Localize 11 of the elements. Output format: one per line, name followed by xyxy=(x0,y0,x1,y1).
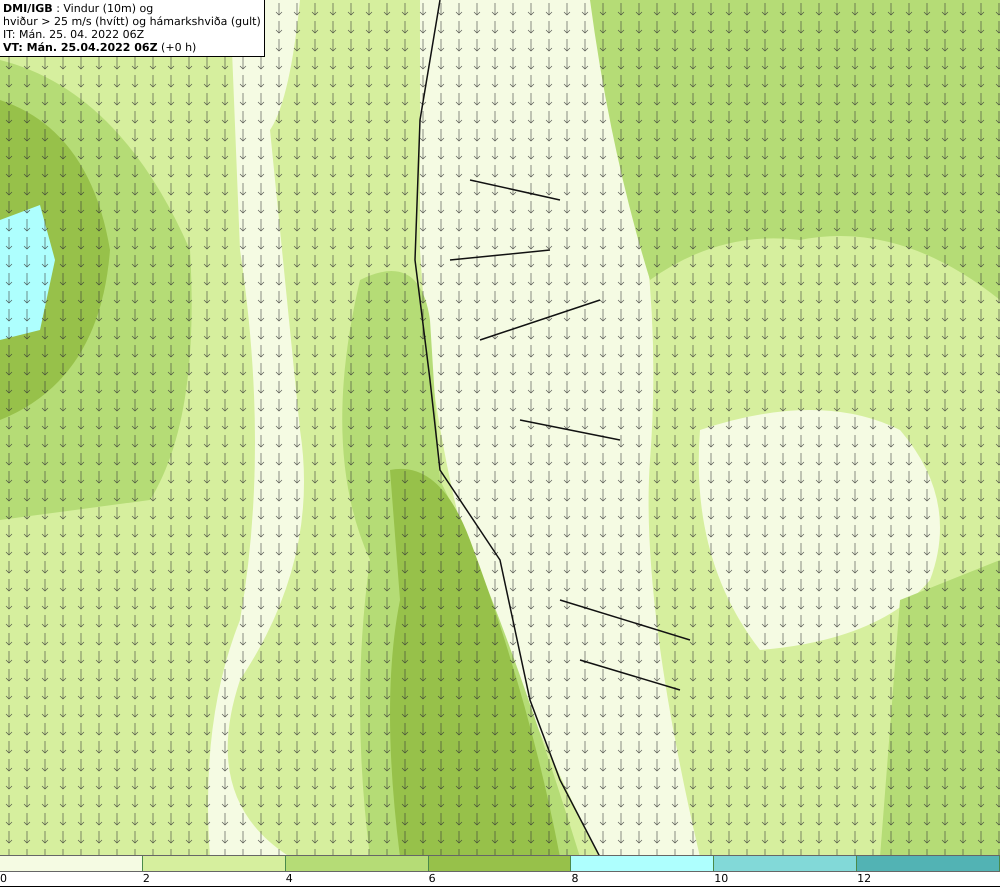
legend-label: 4 xyxy=(286,872,293,886)
legend-label: 10 xyxy=(714,872,728,886)
header-line: VT: Mán. 25.04.2022 06Z (+0 h) xyxy=(3,41,198,54)
header-line: DMI/IGB : Vindur (10m) og xyxy=(3,2,154,15)
legend-label: 0 xyxy=(0,872,7,886)
legend-label: 12 xyxy=(857,872,872,886)
header-line: hviður > 25 m/s (hvítt) og hámarkshviða (gult) xyxy=(3,15,261,28)
legend-label: 2 xyxy=(142,872,150,886)
header-line: IT: Mán. 25. 04. 2022 06Z xyxy=(3,28,146,41)
legend-label: 6 xyxy=(428,872,436,886)
legend-label: 8 xyxy=(571,872,578,886)
